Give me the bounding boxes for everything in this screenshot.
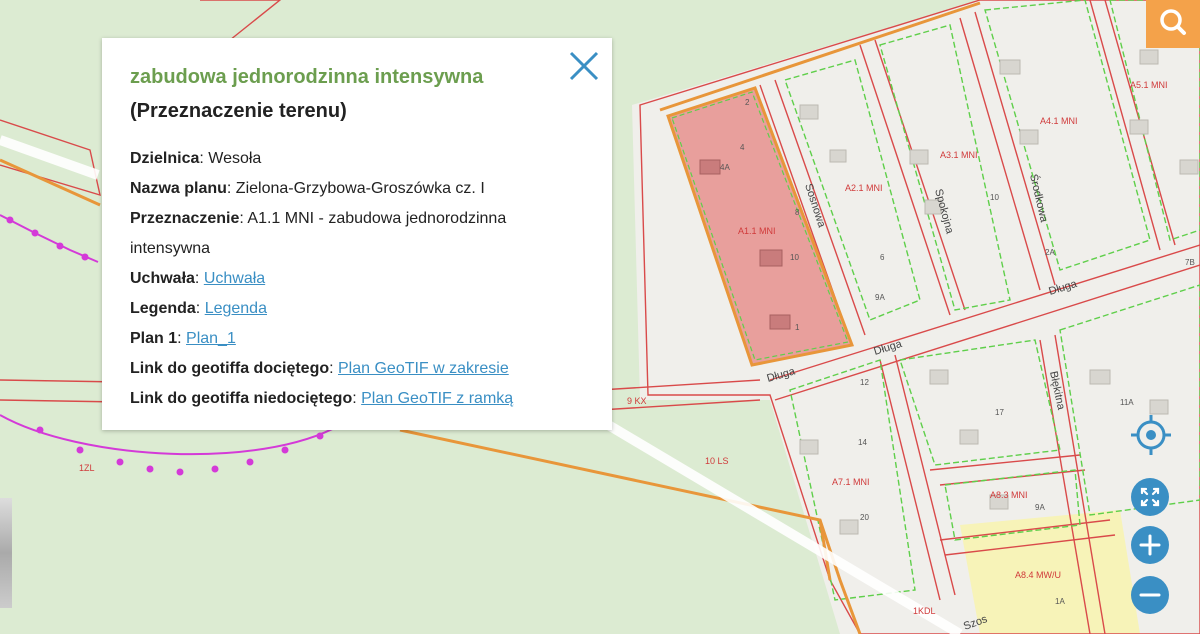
- close-icon: [569, 51, 599, 81]
- svg-text:A8.4 MW/U: A8.4 MW/U: [1015, 570, 1061, 580]
- svg-text:9A: 9A: [1035, 503, 1045, 512]
- svg-text:1A: 1A: [1055, 597, 1065, 606]
- row-sep: :: [194, 270, 204, 287]
- svg-text:4A: 4A: [720, 163, 730, 172]
- svg-text:1ZL: 1ZL: [79, 463, 95, 473]
- row-sep: :: [226, 180, 236, 197]
- row-plan-1: Plan 1: Plan_1: [130, 324, 584, 354]
- plus-icon: [1139, 534, 1161, 556]
- row-value: Wesoła: [208, 150, 262, 167]
- svg-text:11A: 11A: [1120, 398, 1134, 407]
- row-label: Nazwa planu: [130, 180, 227, 197]
- svg-text:9A: 9A: [875, 293, 885, 302]
- row-label: Link do geotiffa niedociętego: [130, 390, 353, 407]
- search-button[interactable]: [1146, 0, 1200, 48]
- crosshair-icon: [1131, 415, 1171, 455]
- search-icon: [1160, 9, 1186, 35]
- row-sep: :: [329, 360, 338, 377]
- svg-text:10 LS: 10 LS: [705, 456, 729, 466]
- plan-1-link[interactable]: Plan_1: [186, 330, 236, 347]
- svg-text:2A: 2A: [1045, 248, 1055, 257]
- svg-text:7B: 7B: [1185, 258, 1195, 267]
- svg-text:20: 20: [860, 513, 869, 522]
- svg-text:10: 10: [790, 253, 799, 262]
- row-label: Przeznaczenie: [130, 210, 240, 227]
- svg-text:2: 2: [745, 98, 750, 107]
- svg-text:A8.3 MNI: A8.3 MNI: [990, 490, 1028, 500]
- row-label: Link do geotiffa dociętego: [130, 360, 330, 377]
- geotiff-cropped-link[interactable]: Plan GeoTIF w zakresie: [338, 360, 509, 377]
- uchwala-link[interactable]: Uchwała: [204, 270, 265, 287]
- popup-title: zabudowa jednorodzinna intensywna: [130, 66, 484, 88]
- svg-text:10: 10: [990, 193, 999, 202]
- fullscreen-button[interactable]: [1131, 478, 1169, 516]
- geotiff-framed-link[interactable]: Plan GeoTIF z ramką: [361, 390, 513, 407]
- close-button[interactable]: [568, 50, 600, 82]
- svg-text:A4.1 MNI: A4.1 MNI: [1040, 116, 1078, 126]
- svg-text:6: 6: [880, 253, 885, 262]
- row-uchwala: Uchwała: Uchwała: [130, 264, 584, 294]
- row-label: Legenda: [130, 300, 196, 317]
- row-sep: :: [199, 150, 209, 167]
- row-value: Zielona-Grzybowa-Groszówka cz. I: [235, 180, 485, 197]
- svg-text:12: 12: [860, 378, 869, 387]
- svg-text:A1.1 MNI: A1.1 MNI: [738, 226, 776, 236]
- row-geotiff-docietego: Link do geotiffa dociętego: Plan GeoTIF …: [130, 354, 584, 384]
- svg-text:14: 14: [858, 438, 867, 447]
- svg-text:1: 1: [795, 323, 800, 332]
- svg-text:1KDL: 1KDL: [913, 606, 936, 616]
- svg-text:A3.1 MNI: A3.1 MNI: [940, 150, 978, 160]
- zoom-out-button[interactable]: [1131, 576, 1169, 614]
- row-dzielnica: Dzielnica: Wesoła: [130, 144, 584, 174]
- locate-button[interactable]: [1128, 412, 1174, 458]
- svg-text:4: 4: [740, 143, 745, 152]
- minus-icon: [1139, 593, 1161, 597]
- row-sep: :: [177, 330, 187, 347]
- svg-text:8: 8: [795, 208, 800, 217]
- svg-text:A7.1 MNI: A7.1 MNI: [832, 477, 870, 487]
- row-sep: :: [195, 300, 205, 317]
- popup-subtitle: (Przeznaczenie terenu): [130, 100, 347, 122]
- info-popup: zabudowa jednorodzinna intensywna (Przez…: [102, 38, 612, 430]
- svg-text:A2.1 MNI: A2.1 MNI: [845, 183, 883, 193]
- row-sep: :: [352, 390, 362, 407]
- svg-text:17: 17: [995, 408, 1004, 417]
- svg-text:9 KX: 9 KX: [627, 396, 647, 406]
- row-przeznaczenie: Przeznaczenie: A1.1 MNI - zabudowa jedno…: [130, 204, 584, 264]
- row-nazwa-planu: Nazwa planu: Zielona-Grzybowa-Groszówka …: [130, 174, 584, 204]
- zoom-in-button[interactable]: [1131, 526, 1169, 564]
- row-label: Plan 1: [130, 330, 178, 347]
- row-label: Dzielnica: [130, 150, 200, 167]
- fullscreen-icon: [1140, 487, 1160, 507]
- layer-thumbnail[interactable]: [0, 498, 12, 608]
- svg-text:A5.1 MNI: A5.1 MNI: [1130, 80, 1168, 90]
- legenda-link[interactable]: Legenda: [205, 300, 267, 317]
- row-legenda: Legenda: Legenda: [130, 294, 584, 324]
- row-label: Uchwała: [130, 270, 195, 287]
- row-geotiff-niedocietego: Link do geotiffa niedociętego: Plan GeoT…: [130, 384, 584, 414]
